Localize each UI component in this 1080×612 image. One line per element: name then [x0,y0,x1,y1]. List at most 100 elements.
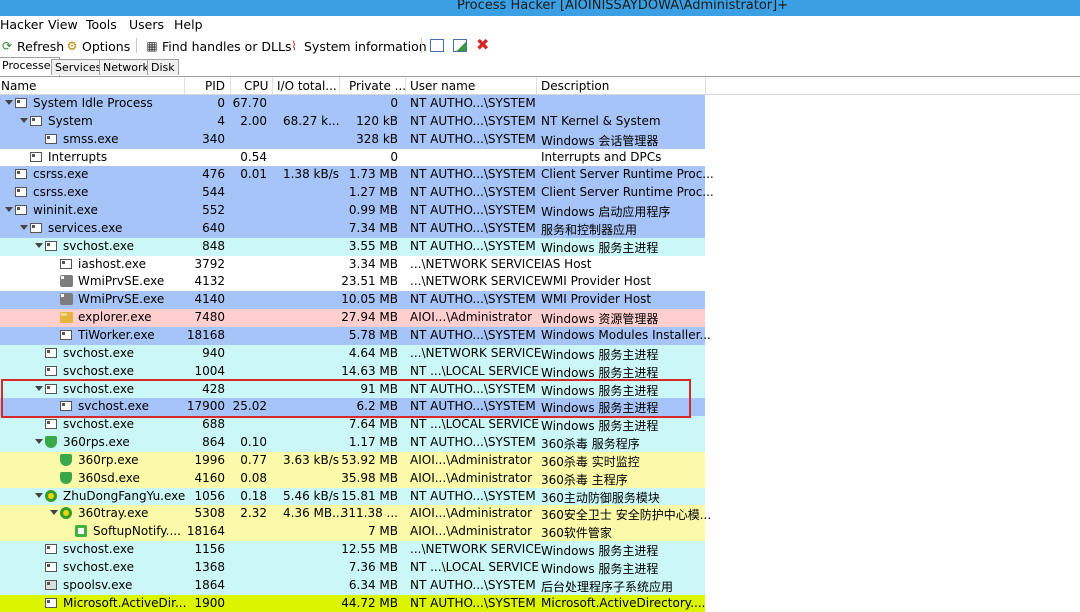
window-icon [15,98,27,108]
process-row[interactable]: wininit.exe 552 0.99 MB NT AUTHO...\SYSTEM W… [0,202,705,220]
process-row[interactable]: iashost.exe 3792 3.34 MB ...\NETWORK SERVIC… [0,255,705,274]
process-pid: 864 [202,435,225,450]
column-name[interactable]: Name [1,79,36,93]
column-pid[interactable]: PID [205,79,225,93]
process-name: csrss.exe [33,167,89,182]
window-icon [45,597,57,608]
column-io-total[interactable]: I/O total... [277,79,337,93]
process-row[interactable]: System 4 2.00 68.27 k... 120 kB NT AUTHO...\S… [0,112,705,131]
find-window-icon[interactable] [453,39,467,52]
column-divider[interactable] [405,77,406,94]
process-user: NT AUTHO...\SYSTEM [410,96,536,110]
process-row[interactable]: svchost.exe 848 3.55 MB NT AUTHO...\SYSTEM W… [0,237,705,256]
process-private-bytes: 7.64 MB [348,417,398,432]
options-button[interactable]: ⚙ Options [65,37,131,55]
process-private-bytes: 10.05 MB [341,292,398,307]
column-private-bytes[interactable]: Private ... [349,79,406,93]
process-description: 360软件管家 [541,526,612,541]
find-handles-button[interactable]: ▦ Find handles or DLLs [145,37,291,55]
tab-network[interactable]: Network [99,59,153,75]
refresh-icon: ⟳ [1,39,13,53]
expand-toggle-icon[interactable] [35,492,43,498]
process-name: 360rp.exe [78,452,139,467]
process-description: 360杀毒 服务程序 [541,437,640,452]
process-row[interactable]: SoftupNotify.... 18164 7 MB AIOI...\Adminis… [0,523,705,542]
process-row[interactable]: svchost.exe 1156 12.55 MB ...\NETWORK SERVI… [0,541,705,559]
process-user: NT ...\LOCAL SERVICE [410,417,539,432]
process-row[interactable]: 360rps.exe 864 0.10 1.17 MB NT AUTHO...\SYST… [0,434,705,452]
process-user: NT AUTHO...\SYSTEM [410,185,536,200]
toolbar: ⟳ Refresh ⚙ Options ▦ Find handles or DL… [0,34,1080,56]
process-name: Interrupts [48,149,108,164]
terminate-icon[interactable]: ✖ [476,37,492,53]
column-divider[interactable] [705,77,706,94]
process-row[interactable]: System Idle Process 0 67.70 0 NT AUTHO...\SY… [0,95,705,113]
process-user: NT AUTHO...\SYSTEM [410,203,536,218]
process-row[interactable]: 360sd.exe 4160 0.08 35.98 MB AIOI...\Adminis… [0,469,705,488]
menu-view[interactable]: View [48,17,78,32]
column-description[interactable]: Description [541,79,609,93]
expand-toggle-icon[interactable] [5,100,13,105]
system-information-label: System information [304,38,427,54]
expand-toggle-icon[interactable] [5,207,13,213]
process-private-bytes: 53.92 MB [341,452,398,467]
expand-toggle-icon[interactable] [35,439,43,445]
column-divider[interactable] [230,77,231,94]
process-row[interactable]: csrss.exe 544 1.27 MB NT AUTHO...\SYSTEM Cli… [0,184,714,203]
process-pid: 1864 [194,577,225,592]
process-row[interactable]: Microsoft.ActiveDir... 1900 44.72 MB NT AUT… [0,594,705,612]
process-private-bytes: 14.63 MB [341,363,398,378]
column-divider[interactable] [272,77,273,94]
process-private-bytes: 328 kB [356,131,398,146]
menu-users[interactable]: Users [129,17,164,32]
process-description: Windows 服务主进程 [541,240,659,255]
process-row[interactable]: 360rp.exe 1996 0.77 3.63 kB/s 53.92 MB AIOI..… [0,451,705,470]
expand-toggle-icon[interactable] [50,510,58,516]
menu-hacker[interactable]: Hacker [0,17,44,32]
process-user: AIOI...\Administrator [410,310,533,325]
expand-toggle-icon[interactable] [20,117,28,123]
column-user-name[interactable]: User name [410,79,475,93]
window-title: Process Hacker [AIOINISSAYDOWA\Administr… [457,0,789,13]
menu-help[interactable]: Help [174,17,203,32]
process-row[interactable]: WmiPrvSE.exe 4140 10.05 MB NT AUTHO...\SYST… [0,291,705,310]
process-row[interactable]: explorer.exe 7480 27.94 MB AIOI...\Administ… [0,309,705,327]
process-row[interactable]: TiWorker.exe 18168 5.78 MB NT AUTHO...\SYST… [0,326,711,345]
tab-disk[interactable]: Disk [147,59,179,75]
process-row[interactable]: csrss.exe 476 0.01 1.38 kB/s 1.73 MB NT AUTHO… [0,166,714,185]
process-pid: 0 [217,96,225,110]
process-name: iashost.exe [78,256,146,271]
process-row[interactable]: 360tray.exe 5308 2.32 4.36 MB... 311.38 ... A… [0,505,711,524]
process-row[interactable]: svchost.exe 688 7.64 MB NT ...\LOCAL SERVIC… [0,416,705,435]
process-private-bytes: 120 kB [356,113,398,128]
tab-services[interactable]: Services [51,59,106,75]
process-private-bytes: 0.99 MB [348,203,398,218]
system-information-button[interactable]: ⌇ System information [287,37,427,55]
process-row[interactable]: smss.exe 340 328 kB NT AUTHO...\SYSTEM Windo… [0,130,705,149]
column-divider[interactable] [339,77,340,94]
process-pid: 18168 [186,327,225,342]
process-row[interactable]: WmiPrvSE.exe 4132 23.51 MB ...\NETWORK SERV… [0,273,705,292]
process-row[interactable]: svchost.exe 940 4.64 MB ...\NETWORK SERVICE… [0,344,705,363]
process-row[interactable]: ZhuDongFangYu.exe 1056 0.18 5.46 kB/s 15.81 … [0,487,705,506]
process-pid: 1156 [194,542,225,557]
toolbar-separator [136,38,137,53]
process-io: 5.46 kB/s [283,488,340,503]
process-row[interactable]: services.exe 640 7.34 MB NT AUTHO...\SYSTEM… [0,219,705,238]
process-pid: 4132 [194,274,225,289]
process-row[interactable]: Interrupts 0.54 0 Interrupts and DPCs [0,148,705,167]
process-row[interactable]: svchost.exe 1004 14.63 MB NT ...\LOCAL SERV… [0,362,705,381]
window-icon[interactable] [430,39,444,52]
column-cpu[interactable]: CPU [244,79,268,93]
expand-toggle-icon[interactable] [20,224,28,230]
expand-toggle-icon[interactable] [35,242,43,248]
process-private-bytes: 44.72 MB [341,595,398,610]
process-row[interactable]: spoolsv.exe 1864 6.34 MB NT AUTHO...\SYSTEM… [0,576,705,595]
process-row[interactable]: svchost.exe 1368 7.36 MB NT ...\LOCAL SERVI… [0,558,705,577]
process-private-bytes: 5.78 MB [348,327,398,342]
menu-tools[interactable]: Tools [86,17,117,32]
column-divider[interactable] [184,77,185,94]
process-description: Windows 服务主进程 [541,419,659,434]
refresh-button[interactable]: ⟳ Refresh [0,37,64,55]
column-divider[interactable] [536,77,537,94]
